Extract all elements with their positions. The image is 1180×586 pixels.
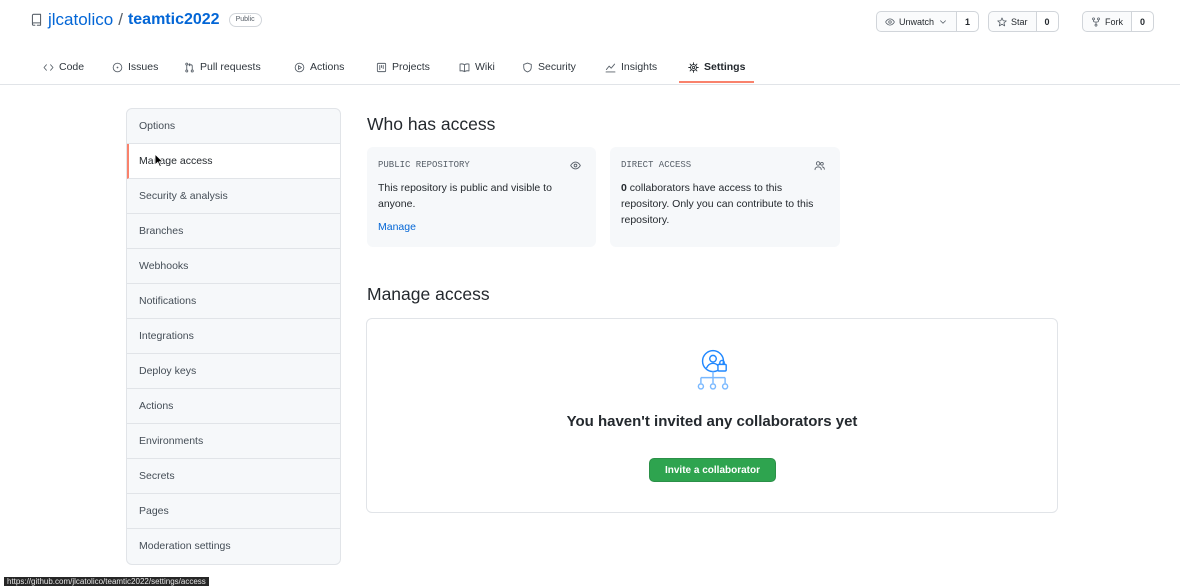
tab-label: Pull requests [200, 61, 261, 73]
unwatch-label: Unwatch [899, 16, 935, 27]
sidebar-item-options[interactable]: Options [127, 109, 340, 144]
card-label: DIRECT ACCESS [621, 160, 692, 170]
graph-icon [605, 62, 616, 73]
gear-icon [688, 61, 699, 73]
project-icon [376, 62, 387, 73]
tabs-divider [0, 84, 1180, 85]
direct-access-card: DIRECT ACCESS 0 collaborators have acces… [610, 147, 840, 247]
manage-access-title: Manage access [367, 284, 490, 304]
code-icon [43, 62, 54, 73]
eye-icon [885, 17, 895, 27]
manage-visibility-link[interactable]: Manage [378, 219, 580, 235]
chevron-down-icon [938, 17, 948, 27]
star-icon [997, 17, 1007, 27]
fork-button[interactable]: Fork [1083, 12, 1131, 31]
collaborators-icon [693, 349, 733, 393]
sidebar-item-webhooks[interactable]: Webhooks [127, 249, 340, 284]
tab-code[interactable]: Code [34, 53, 93, 83]
shield-icon [522, 62, 533, 73]
star-button-group: Star 0 [988, 11, 1059, 32]
sidebar-item-secrets[interactable]: Secrets [127, 459, 340, 494]
tab-wiki[interactable]: Wiki [450, 53, 504, 83]
unwatch-button[interactable]: Unwatch [877, 12, 956, 31]
card-description: 0 collaborators have access to this repo… [621, 180, 824, 228]
collaborators-panel: You haven't invited any collaborators ye… [366, 318, 1058, 513]
stargazers-count[interactable]: 0 [1035, 12, 1058, 31]
fork-button-group: Fork 0 [1082, 11, 1155, 32]
tab-projects[interactable]: Projects [367, 53, 439, 83]
book-icon [459, 62, 470, 73]
tab-settings[interactable]: Settings [679, 53, 755, 83]
tab-label: Code [59, 61, 85, 73]
tab-insights[interactable]: Insights [596, 53, 666, 83]
sidebar-item-security-analysis[interactable]: Security & analysis [127, 179, 340, 214]
watchers-count[interactable]: 1 [956, 12, 979, 31]
collaborator-count: 0 [621, 182, 627, 194]
sidebar-item-deploy-keys[interactable]: Deploy keys [127, 354, 340, 389]
sidebar-item-branches[interactable]: Branches [127, 214, 340, 249]
tab-label: Actions [310, 61, 345, 73]
repo-header: jlcatolico / teamtic2022 Public [30, 9, 262, 31]
repo-separator: / [118, 10, 123, 29]
tab-label: Projects [392, 61, 430, 73]
visibility-badge: Public [228, 13, 262, 27]
card-label: PUBLIC REPOSITORY [378, 160, 470, 170]
tab-label: Wiki [475, 61, 495, 73]
watch-button-group: Unwatch 1 [876, 11, 980, 32]
repo-icon [30, 13, 43, 27]
repo-name-link[interactable]: teamtic2022 [128, 11, 220, 29]
star-button[interactable]: Star [989, 12, 1036, 31]
tab-pull-requests[interactable]: Pull requests [175, 53, 270, 83]
people-icon [814, 160, 825, 171]
sidebar-item-notifications[interactable]: Notifications [127, 284, 340, 319]
settings-sidebar: Options Manage access Security & analysi… [126, 108, 341, 565]
tab-label: Security [538, 61, 576, 73]
tab-label: Settings [704, 61, 746, 73]
direct-access-text: collaborators have access to this reposi… [621, 182, 814, 226]
mouse-cursor [154, 153, 164, 168]
empty-state-message: You haven't invited any collaborators ye… [566, 413, 858, 430]
who-has-access-title: Who has access [367, 114, 496, 134]
sidebar-item-pages[interactable]: Pages [127, 494, 340, 529]
tab-label: Insights [621, 61, 658, 73]
card-description: This repository is public and visible to… [378, 182, 552, 210]
fork-icon [1091, 16, 1101, 27]
repo-owner-link[interactable]: jlcatolico [48, 10, 113, 30]
tab-label: Issues [128, 61, 159, 73]
eye-icon [570, 160, 581, 171]
invite-collaborator-button[interactable]: Invite a collaborator [649, 458, 776, 482]
sidebar-item-environments[interactable]: Environments [127, 424, 340, 459]
public-repository-card: PUBLIC REPOSITORY This repository is pub… [367, 147, 596, 247]
tab-issues[interactable]: Issues [103, 53, 167, 83]
sidebar-item-actions[interactable]: Actions [127, 389, 340, 424]
star-label: Star [1011, 16, 1028, 27]
sidebar-item-integrations[interactable]: Integrations [127, 319, 340, 354]
play-icon [294, 62, 305, 73]
tab-actions[interactable]: Actions [285, 53, 353, 83]
issue-icon [112, 62, 123, 73]
tab-security[interactable]: Security [513, 53, 585, 83]
pull-request-icon [184, 62, 195, 73]
link-preview-status-bar: https://github.com/jlcatolico/teamtic202… [4, 577, 209, 586]
sidebar-item-moderation-settings[interactable]: Moderation settings [127, 529, 340, 564]
forks-count[interactable]: 0 [1131, 12, 1154, 31]
fork-label: Fork [1105, 16, 1123, 27]
